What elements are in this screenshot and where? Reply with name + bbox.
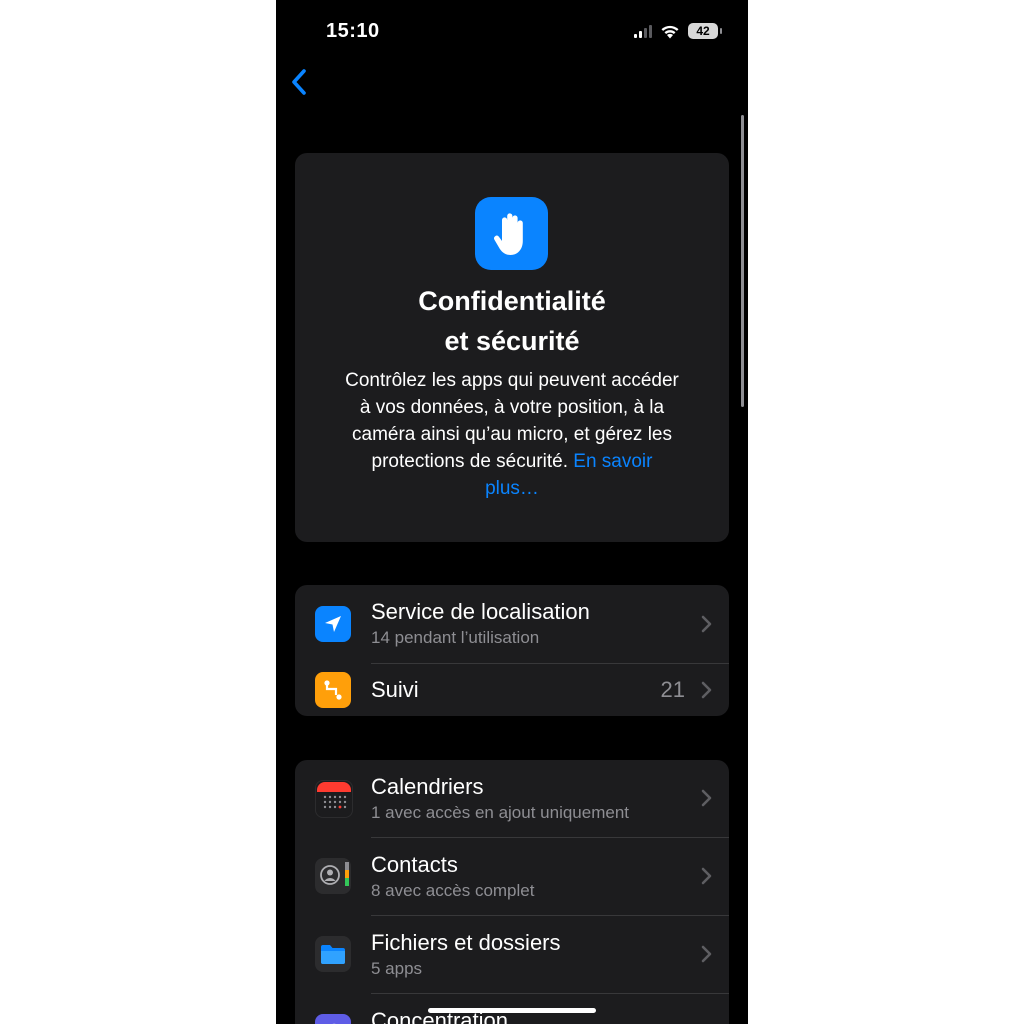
chevron-right-icon <box>701 867 712 885</box>
hand-raised-icon <box>475 197 548 270</box>
battery-level: 42 <box>696 24 710 38</box>
page-description: Contrôlez les apps qui peuvent accéder à… <box>345 367 679 502</box>
row-calendars[interactable]: Calendriers 1 avec accès en ajout unique… <box>295 760 729 837</box>
row-tracking[interactable]: Suivi 21 <box>295 664 729 716</box>
calendar-icon <box>315 780 353 818</box>
app-permissions-group: Calendriers 1 avec accès en ajout unique… <box>295 760 729 1024</box>
row-files-folders[interactable]: Fichiers et dossiers 5 apps <box>295 916 729 993</box>
chevron-right-icon <box>701 681 712 699</box>
row-subtitle: 5 apps <box>371 959 423 978</box>
row-contacts[interactable]: Contacts 8 avec accès complet <box>295 838 729 915</box>
row-subtitle: 14 pendant l’utilisation <box>371 628 540 647</box>
row-title: Calendriers <box>371 774 484 799</box>
chevron-right-icon <box>701 615 712 633</box>
page-title: Confidentialité et sécurité <box>295 281 729 361</box>
location-tracking-group: Service de localisation 14 pendant l’uti… <box>295 585 729 716</box>
battery-icon: 42 <box>688 23 722 39</box>
chevron-right-icon <box>701 945 712 963</box>
row-subtitle: 8 avec accès complet <box>371 881 535 900</box>
chevron-left-icon <box>292 69 306 95</box>
row-title: Contacts <box>371 852 458 877</box>
row-title: Service de localisation <box>371 599 590 624</box>
location-arrow-icon <box>315 606 351 642</box>
status-time: 15:10 <box>326 20 380 42</box>
page-title-line2: et sécurité <box>444 326 580 356</box>
moon-icon <box>315 1014 351 1024</box>
row-subtitle: 1 avec accès en ajout uniquement <box>371 803 630 822</box>
row-title: Suivi <box>371 677 419 702</box>
home-indicator[interactable] <box>428 1008 596 1013</box>
row-title: Fichiers et dossiers <box>371 930 561 955</box>
wifi-icon <box>661 25 679 38</box>
scrollbar[interactable] <box>741 115 744 407</box>
back-button[interactable] <box>284 64 320 100</box>
signal-icon <box>634 24 652 38</box>
page-title-line1: Confidentialité <box>418 286 606 316</box>
privacy-header-card: Confidentialité et sécurité Contrôlez le… <box>295 153 729 542</box>
phone-screen: 15:10 42 Confidentialité et sécurité Con… <box>276 0 748 1024</box>
tracking-count: 21 <box>660 677 685 702</box>
contacts-icon <box>315 858 351 894</box>
folder-icon <box>315 936 351 972</box>
tracking-icon <box>315 672 351 708</box>
row-location-services[interactable]: Service de localisation 14 pendant l’uti… <box>295 585 729 663</box>
chevron-right-icon <box>701 789 712 807</box>
status-icons: 42 <box>634 22 722 40</box>
